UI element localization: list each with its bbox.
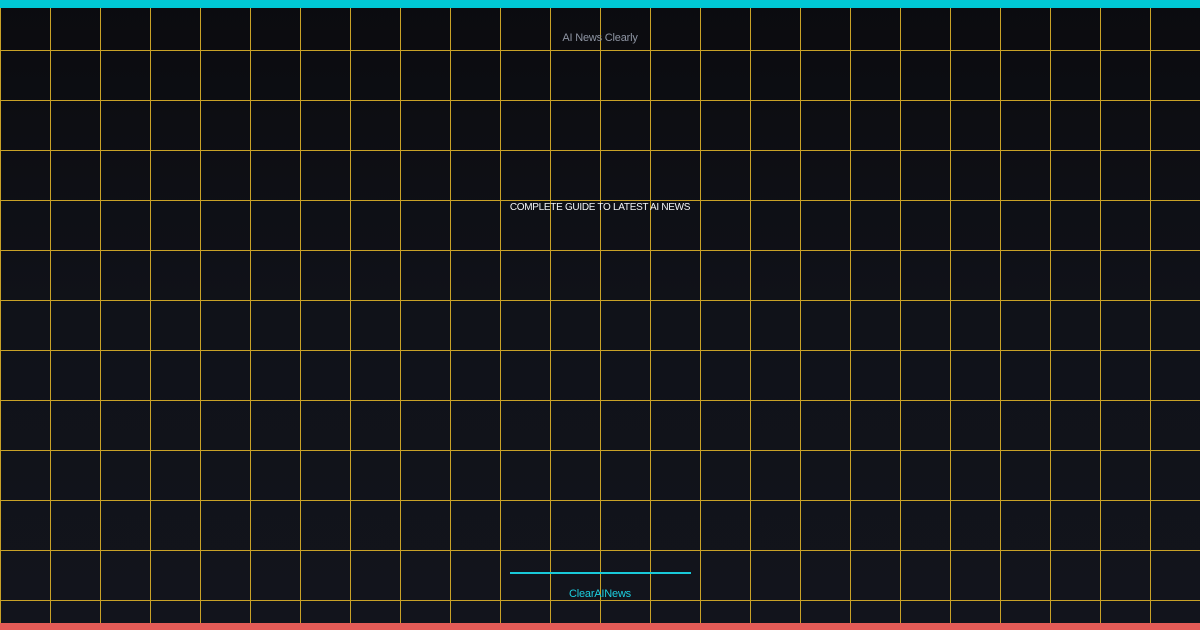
social-preview-card: AI News Clearly COMPLETE GUIDE TO LATEST… xyxy=(0,0,1200,630)
bottom-accent-bar xyxy=(0,623,1200,630)
site-name: AI News Clearly xyxy=(562,32,638,44)
accent-underline xyxy=(510,572,691,574)
brand-name: ClearAINews xyxy=(569,588,631,600)
top-accent-bar xyxy=(0,0,1200,8)
grid-background xyxy=(0,0,1200,630)
headline: COMPLETE GUIDE TO LATEST AI NEWS xyxy=(509,202,691,213)
